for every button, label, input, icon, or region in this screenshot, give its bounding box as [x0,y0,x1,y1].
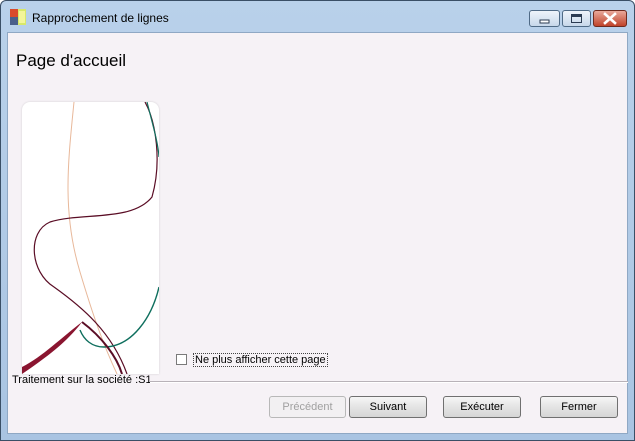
maximize-button[interactable] [562,10,591,27]
maximize-icon [571,14,582,23]
wizard-client-area: Page d'accueil Ne plus afficher cette pa… [7,32,628,434]
app-icon [10,9,26,25]
decorative-curves-image [22,102,159,374]
window-title: Rapprochement de lignes [32,11,169,25]
page-title: Page d'accueil [16,51,127,70]
do-not-show-again-checkbox[interactable] [176,354,187,365]
close-icon [603,12,617,25]
application-window: Rapprochement de lignes Page d'accueil N… [0,0,635,441]
company-status-label: Traitement sur la société :S1 [12,374,152,386]
close-window-button[interactable] [593,10,627,27]
do-not-show-again-label[interactable]: Ne plus afficher cette page [193,353,328,367]
title-bar[interactable]: Rapprochement de lignes [1,1,634,31]
close-button[interactable]: Fermer [540,396,618,418]
next-button[interactable]: Suivant [349,396,427,418]
execute-button[interactable]: Exécuter [443,396,521,418]
welcome-illustration [22,102,159,374]
minimize-button[interactable] [529,10,560,27]
minimize-icon [539,19,550,24]
previous-button[interactable]: Précédent [269,396,346,418]
separator-line [150,381,628,383]
